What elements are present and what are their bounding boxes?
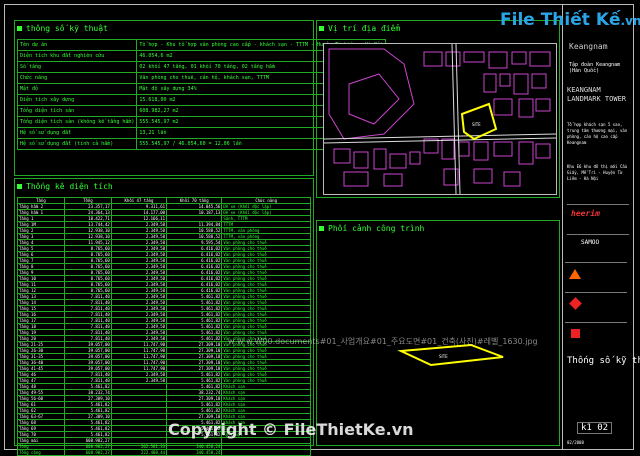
spec-label: Chức năng — [16, 72, 138, 84]
spec-title: thông số kỹ thuật — [26, 24, 108, 33]
section-marker-icon — [319, 26, 324, 31]
red-square-logo-icon — [571, 329, 580, 338]
heerim-logo: heerim — [571, 209, 600, 218]
view-title: Phối cảnh công trình — [328, 224, 425, 233]
area-row: Tổng cộng 608.982,27 222.480,44 340.458,24 — [17, 449, 311, 456]
area-cell: 222.480,44 — [110, 449, 168, 456]
spec-label: Hệ số sử dụng đất — [16, 127, 138, 139]
spec-label: Diện tích khu đất nghiên cứu — [16, 50, 138, 62]
project-desc: Tổ hợp khách sạn 5 sao, trung tâm thương… — [567, 122, 628, 145]
title-block: Keangnam Tập đoàn Keangnam (Hàn Quốc) KE… — [562, 4, 640, 450]
area-panel: Thống kê diện tích Tầng Tổng Khối 47 tầng K… — [14, 178, 314, 456]
section-marker-icon — [17, 184, 22, 189]
watermark-brand: File Thiết Kế — [500, 10, 621, 30]
view-panel: Phối cảnh công trình SITE — [316, 220, 560, 446]
company-subtitle: Tập đoàn Keangnam (Hàn Quốc) — [569, 62, 621, 74]
spec-label: Tên dự án — [16, 39, 138, 51]
spec-label: Tổng diện tích sàn (không kể tầng hầm) — [16, 116, 138, 128]
site-label: SITE — [472, 122, 481, 127]
spec-panel: thông số kỹ thuật Tên dự án Tổ hợp - Khu … — [14, 20, 387, 176]
site-outline — [397, 343, 504, 367]
spec-label: Số tầng — [16, 61, 138, 73]
samoo-logo: SAMOO — [581, 239, 600, 246]
spec-label: Hệ số sử dụng đất (tính cả hầm) — [16, 138, 138, 150]
project-location: Khu E6 khu đô thị mới Cầu Giấy, Mễ Trì -… — [567, 164, 628, 181]
watermark-url: w w w.W00.documents#01_사업개요#01_주요도면#01_건… — [228, 337, 538, 346]
site-plan-title: Vị trí địa điểm — [328, 24, 401, 33]
area-title: Thống kê diện tích — [26, 182, 113, 191]
area-cell: Tổng cộng — [17, 449, 65, 456]
drawing-number: k1 02 — [577, 422, 613, 434]
watermark-domain: .vn — [620, 14, 640, 28]
section-marker-icon — [17, 26, 22, 31]
watermark-copyright: Copyright © FileThietKe.vn — [168, 420, 414, 439]
warning-triangle-icon — [569, 269, 581, 279]
company-name: Keangnam — [569, 42, 608, 51]
area-cell: 340.458,24 — [166, 449, 223, 456]
area-cell — [221, 449, 311, 456]
section-marker-icon — [319, 226, 324, 231]
site-plan-map: SITE — [323, 43, 557, 195]
project-name: KEANGNAM LANDMARK TOWER — [567, 86, 627, 103]
drawing-date: 02/2008 — [567, 440, 584, 445]
site-plan-panel: Vị trí địa điểm SITE — [316, 20, 560, 198]
spec-label: Tổng diện tích sàn — [16, 105, 138, 117]
view-site-label: SITE — [439, 354, 448, 359]
spec-label: Mật độ — [16, 83, 138, 95]
area-table: Tầng Tổng Khối 47 tầng Khối 70 tầng Chức năn… — [17, 197, 311, 456]
area-cell: 608.982,27 — [63, 449, 112, 456]
spec-label: Diện tích xây dựng — [16, 94, 138, 106]
diamond-logo-icon — [569, 297, 582, 310]
drawing-title: Thống số kỹ thuật — [567, 356, 640, 366]
